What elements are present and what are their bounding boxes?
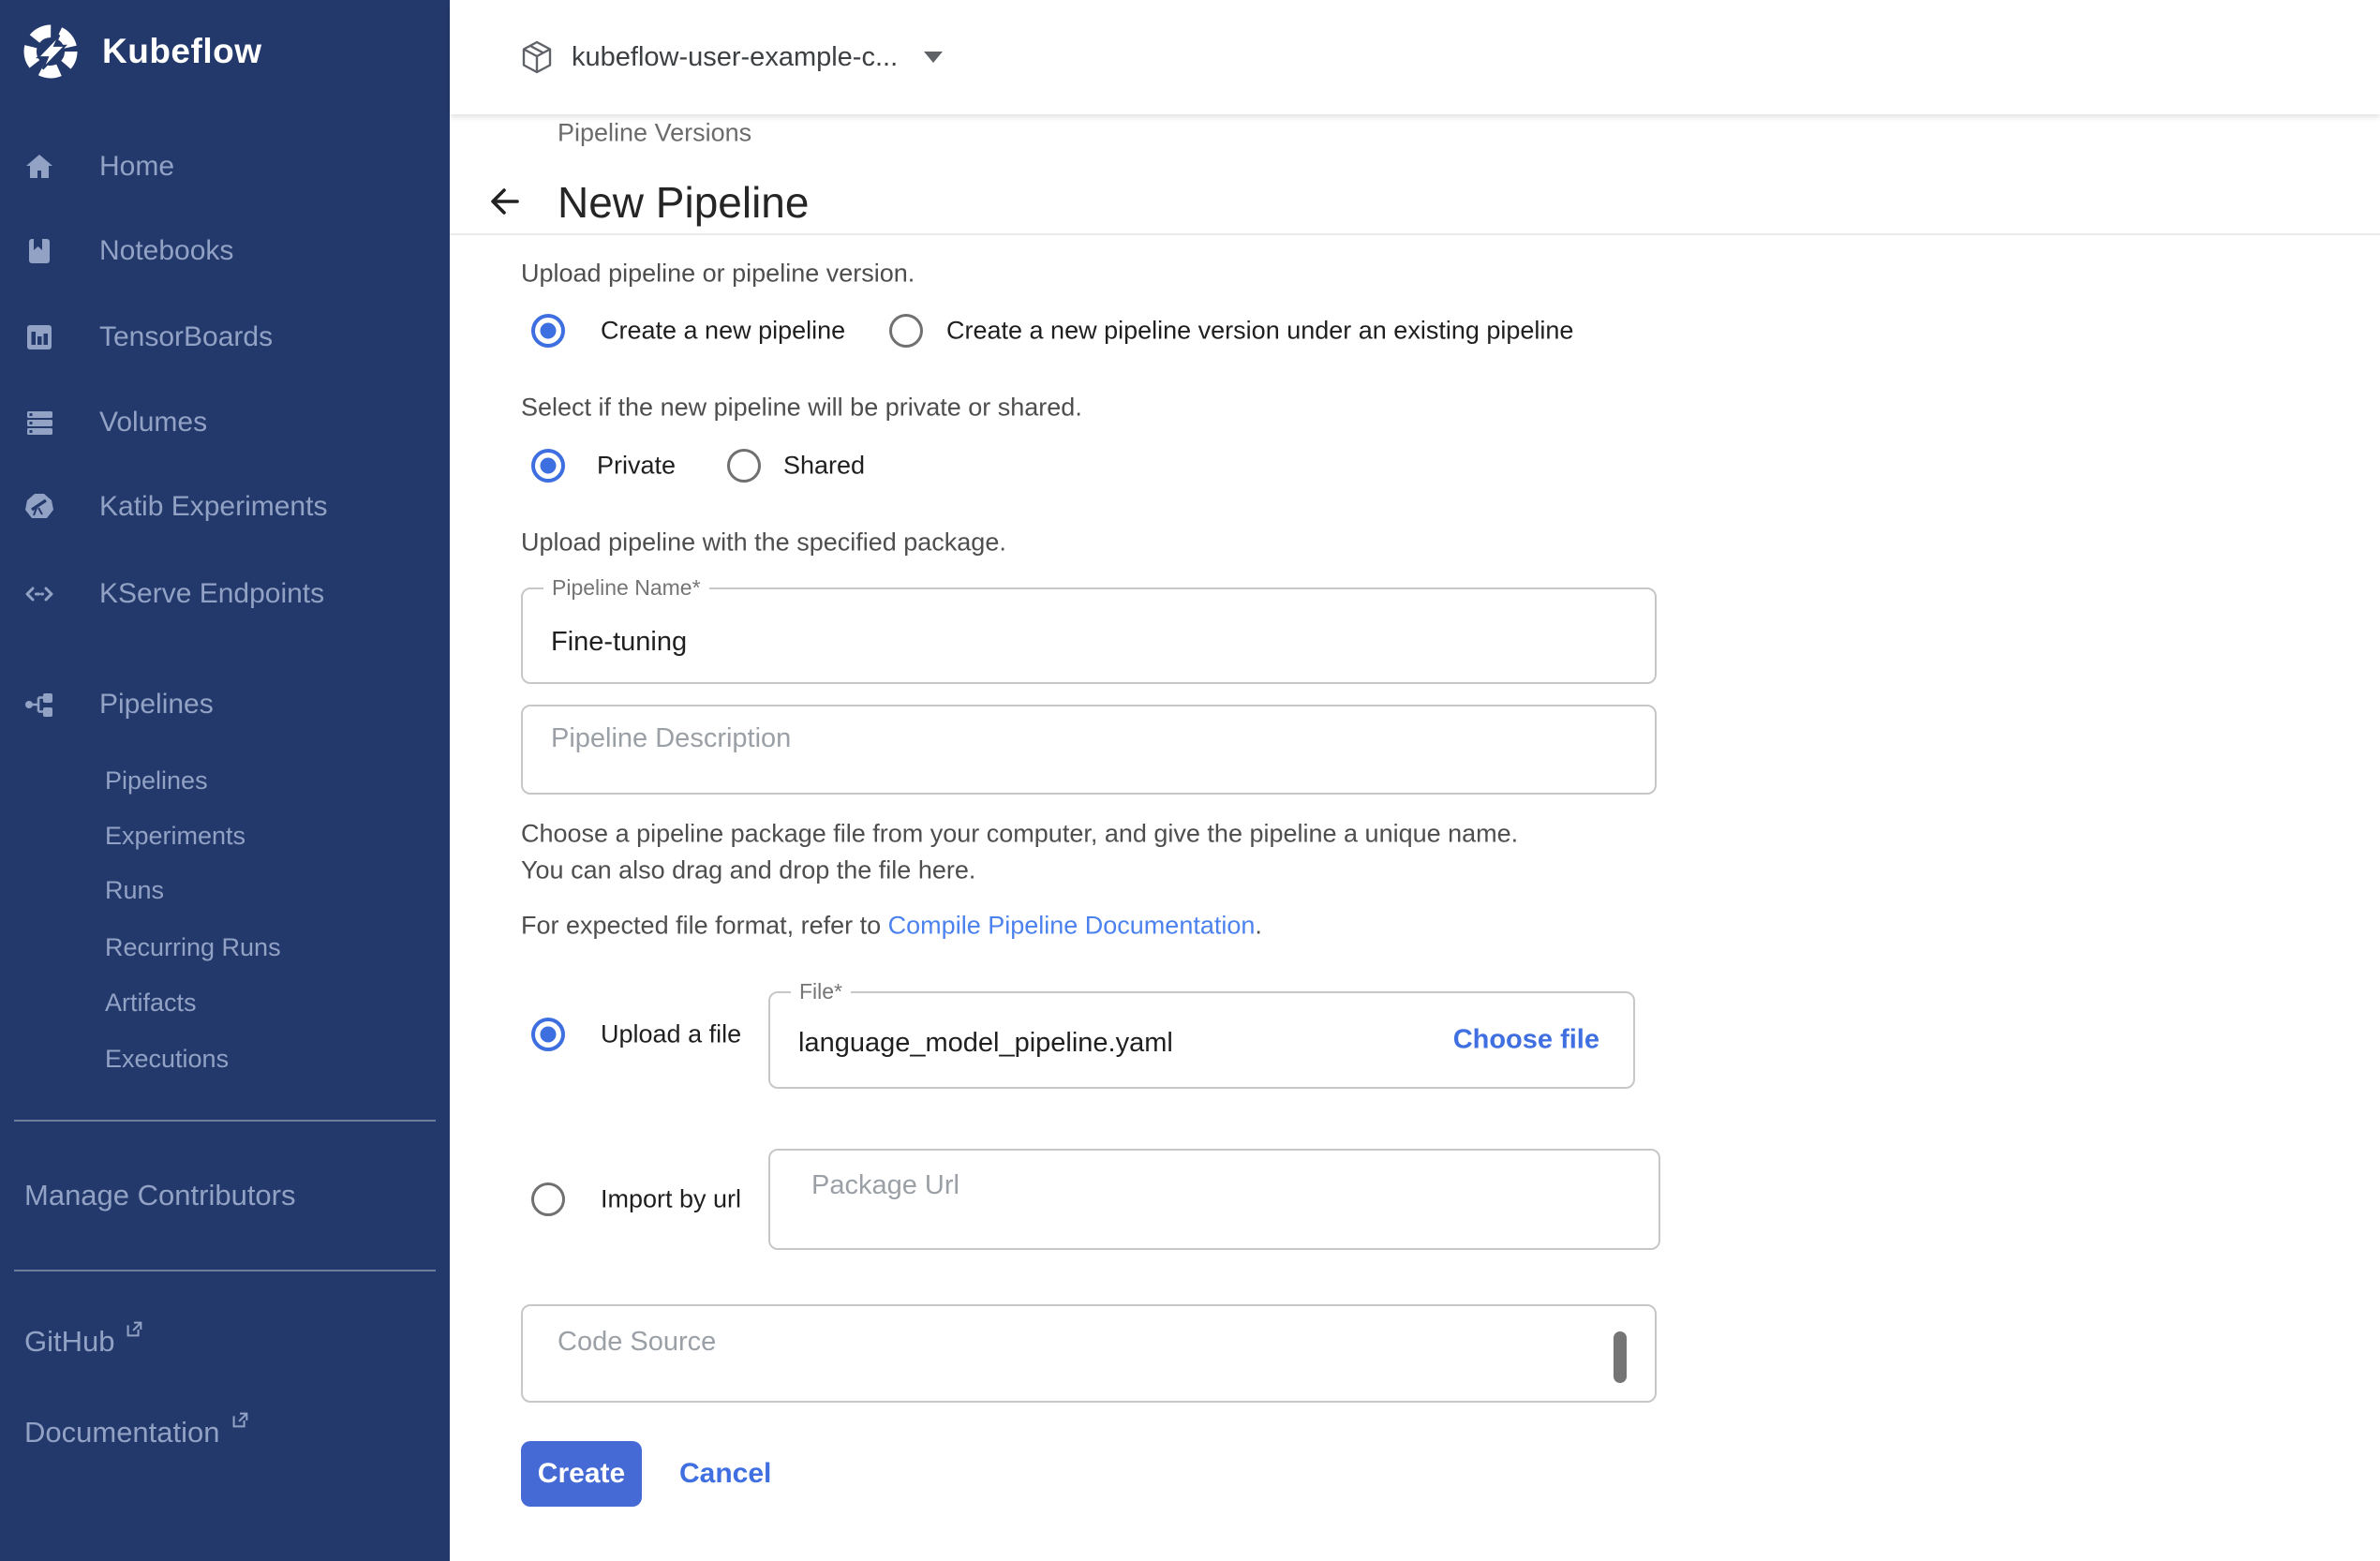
header-divider xyxy=(450,233,2380,235)
kserve-icon xyxy=(23,578,55,610)
pipeline-description-field[interactable]: Pipeline Description xyxy=(521,705,1657,795)
scrollbar-thumb[interactable] xyxy=(1614,1331,1627,1383)
cancel-button[interactable]: Cancel xyxy=(679,1458,771,1490)
sidebar-subitem-runs[interactable]: Runs xyxy=(105,870,164,911)
page-title: New Pipeline xyxy=(558,177,809,228)
katib-icon xyxy=(23,491,55,523)
radio-private-label[interactable]: Private xyxy=(597,452,676,481)
file-help-line2: You can also drag and drop the file here… xyxy=(521,856,975,885)
chevron-down-icon xyxy=(924,52,943,63)
radio-create-new-pipeline-label[interactable]: Create a new pipeline xyxy=(601,317,845,346)
back-arrow-icon[interactable] xyxy=(485,182,525,221)
sidebar-item-pipelines[interactable]: Pipelines xyxy=(0,676,450,733)
sidebar: Kubeflow Home Notebooks TensorBoards xyxy=(0,0,450,1561)
volumes-icon xyxy=(23,407,55,439)
code-source-field[interactable]: Code Source xyxy=(521,1304,1657,1403)
radio-create-pipeline-version-label[interactable]: Create a new pipeline version under an e… xyxy=(946,317,1573,346)
radio-shared-label[interactable]: Shared xyxy=(783,452,865,481)
radio-shared[interactable] xyxy=(727,449,761,483)
pipeline-name-field-label: Pipeline Name* xyxy=(543,575,709,601)
sidebar-link-github[interactable]: GitHub xyxy=(24,1325,144,1359)
radio-create-pipeline-version[interactable] xyxy=(889,314,923,348)
sidebar-subitem-pipelines[interactable]: Pipelines xyxy=(105,760,208,801)
create-button[interactable]: Create xyxy=(521,1441,642,1507)
kubeflow-logo-text: Kubeflow xyxy=(102,32,261,71)
code-source-placeholder: Code Source xyxy=(558,1327,716,1358)
file-field[interactable]: File* language_model_pipeline.yaml Choos… xyxy=(768,991,1635,1089)
package-help-text: Upload pipeline with the specified packa… xyxy=(521,528,1006,558)
radio-upload-file-label[interactable]: Upload a file xyxy=(601,1020,741,1049)
radio-upload-file[interactable] xyxy=(531,1018,565,1051)
kubeflow-dashboard: Kubeflow Home Notebooks TensorBoards xyxy=(0,0,2380,1561)
kubeflow-logo-icon xyxy=(23,24,78,79)
file-help-line1: Choose a pipeline package file from your… xyxy=(521,820,1518,849)
sidebar-item-volumes[interactable]: Volumes xyxy=(0,394,450,451)
radio-private[interactable] xyxy=(531,449,565,483)
namespace-selector[interactable]: kubeflow-user-example-c... xyxy=(519,0,943,114)
pipeline-name-field[interactable]: Pipeline Name* Fine-tuning xyxy=(521,587,1657,684)
sidebar-item-home[interactable]: Home xyxy=(0,139,450,195)
home-icon xyxy=(23,151,55,183)
choose-file-button[interactable]: Choose file xyxy=(1453,1025,1599,1056)
visibility-help-text: Select if the new pipeline will be priva… xyxy=(521,394,1082,423)
file-field-value: language_model_pipeline.yaml xyxy=(798,1028,1173,1059)
tensorboard-icon xyxy=(23,321,55,353)
sidebar-item-kserve-endpoints[interactable]: KServe Endpoints xyxy=(0,566,450,622)
sidebar-item-manage-contributors[interactable]: Manage Contributors xyxy=(24,1179,296,1212)
sidebar-subitem-experiments[interactable]: Experiments xyxy=(105,815,245,856)
radio-import-url[interactable] xyxy=(531,1182,565,1216)
sidebar-divider xyxy=(14,1120,436,1122)
package-url-field[interactable]: Package Url xyxy=(768,1149,1660,1250)
namespace-cube-icon xyxy=(519,39,555,75)
sidebar-item-tensorboards[interactable]: TensorBoards xyxy=(0,309,450,365)
file-field-label: File* xyxy=(791,979,851,1004)
notebook-icon xyxy=(23,235,55,267)
package-url-placeholder: Package Url xyxy=(811,1170,959,1201)
namespace-label: kubeflow-user-example-c... xyxy=(572,42,898,73)
radio-create-new-pipeline[interactable] xyxy=(531,314,565,348)
pipeline-name-field-value: Fine-tuning xyxy=(551,627,687,658)
compile-pipeline-documentation-link[interactable]: Compile Pipeline Documentation xyxy=(888,912,1256,940)
sidebar-subitem-executions[interactable]: Executions xyxy=(105,1038,229,1079)
sidebar-divider xyxy=(14,1270,436,1271)
sidebar-subitem-recurring-runs[interactable]: Recurring Runs xyxy=(105,927,281,968)
topbar: kubeflow-user-example-c... xyxy=(450,0,2380,114)
pipelines-icon xyxy=(23,689,55,721)
radio-import-url-label[interactable]: Import by url xyxy=(601,1185,741,1214)
sidebar-link-documentation[interactable]: Documentation xyxy=(24,1416,250,1450)
breadcrumb[interactable]: Pipeline Versions xyxy=(558,119,751,148)
external-link-icon xyxy=(124,1319,144,1340)
external-link-icon xyxy=(230,1410,250,1431)
format-help-line: For expected file format, refer to Compi… xyxy=(521,912,1262,941)
kubeflow-logo[interactable]: Kubeflow xyxy=(23,24,261,79)
form-intro-text: Upload pipeline or pipeline version. xyxy=(521,260,915,289)
sidebar-item-notebooks[interactable]: Notebooks xyxy=(0,223,450,279)
pipeline-description-placeholder: Pipeline Description xyxy=(551,723,791,754)
sidebar-subitem-artifacts[interactable]: Artifacts xyxy=(105,982,197,1023)
sidebar-item-katib-experiments[interactable]: Katib Experiments xyxy=(0,479,450,535)
